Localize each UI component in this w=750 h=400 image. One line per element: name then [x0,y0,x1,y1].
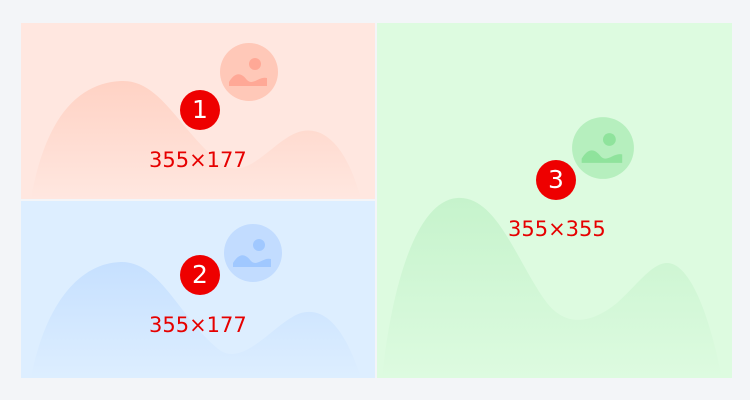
image-placeholder-icon [224,224,282,282]
image-placeholder-tile-3: 3 355×355 [377,23,732,378]
image-placeholder-tile-2: 2 355×177 [21,201,375,378]
image-placeholder-tile-1: 1 355×177 [21,23,375,199]
landscape-illustration [382,197,722,378]
tile-number-badge-1: 1 [180,90,220,130]
tile-number-badge-2: 2 [180,255,220,295]
tile-number-badge-3: 3 [536,160,576,200]
image-placeholder-icon [220,43,278,101]
tile-dimensions-3: 355×355 [508,217,606,241]
tile-dimensions-1: 355×177 [149,148,247,172]
tile-dimensions-2: 355×177 [149,313,247,337]
image-placeholder-icon [572,117,634,179]
